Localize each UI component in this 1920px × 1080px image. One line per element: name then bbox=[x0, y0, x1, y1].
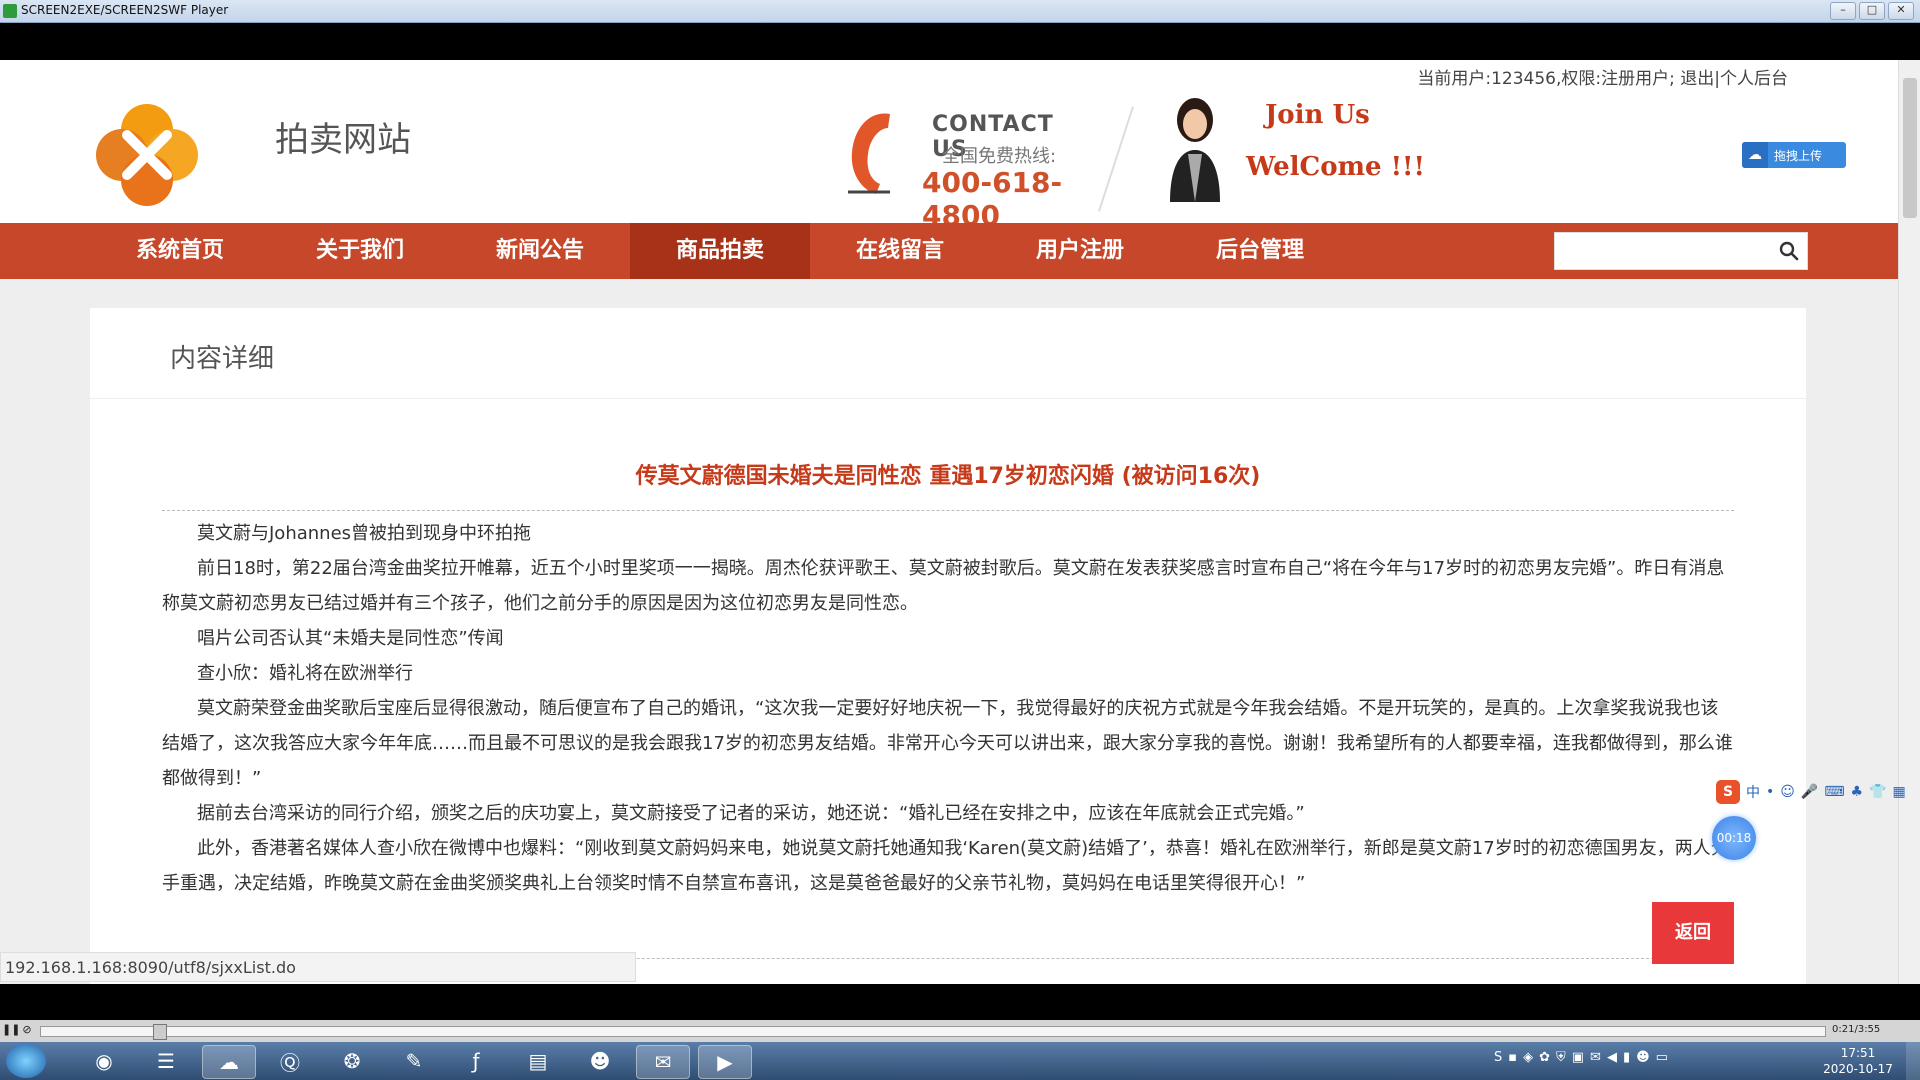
battery-icon[interactable]: ▭ bbox=[1656, 1050, 1668, 1065]
volume-icon[interactable]: ◀ bbox=[1607, 1050, 1617, 1065]
screen2swf-icon[interactable]: ▶ bbox=[698, 1045, 752, 1079]
nav-item-register[interactable]: 用户注册 bbox=[990, 223, 1170, 279]
contact-block: CONTACT US 全国免费热线: 400-618-4800 bbox=[840, 100, 1090, 232]
cloud-icon: ☁ bbox=[1742, 142, 1768, 168]
status-url: 192.168.1.168:8090/utf8/sjxxList.do bbox=[0, 952, 636, 982]
recording-timer[interactable]: 00:18 bbox=[1712, 816, 1756, 860]
tools-icon[interactable]: ♣ bbox=[1851, 784, 1864, 800]
pause-icon[interactable]: ❚❚ bbox=[2, 1023, 20, 1037]
nav-item-admin[interactable]: 后台管理 bbox=[1170, 223, 1350, 279]
taskbar-clock[interactable]: 17:51 2020-10-17 bbox=[1818, 1045, 1898, 1077]
site-logo-icon bbox=[96, 104, 198, 206]
upload-label: 拖拽上传 bbox=[1774, 148, 1823, 163]
tray-icon[interactable]: ▪ bbox=[1508, 1050, 1517, 1065]
window-title: SCREEN2EXE/SCREEN2SWF Player bbox=[21, 3, 229, 17]
nav-item-news[interactable]: 新闻公告 bbox=[450, 223, 630, 279]
menu-grid-icon[interactable]: ▦ bbox=[1893, 784, 1906, 800]
sogou-icon[interactable]: S bbox=[1716, 780, 1740, 804]
taskbar: ◉ ☰ ☁ Ⓠ ❂ ✎ ƒ ▤ ☻ ✉ ▶ S ▪ ◈ ✿ ⛨ ▣ ✉ ◀ ▮ … bbox=[0, 1042, 1920, 1080]
app-icon bbox=[3, 4, 17, 18]
article-paragraph: 唱片公司否认其“未婚夫是同性恋”传闻 bbox=[197, 628, 504, 649]
nav-item-about[interactable]: 关于我们 bbox=[270, 223, 450, 279]
ime-mode[interactable]: 中 bbox=[1746, 782, 1760, 802]
progress-track[interactable] bbox=[40, 1024, 1826, 1040]
qq-browser-icon[interactable]: Ⓠ bbox=[264, 1045, 316, 1077]
contact-subtitle: 全国免费热线: bbox=[942, 146, 1057, 167]
start-button[interactable] bbox=[6, 1044, 46, 1078]
stop-icon[interactable]: ⊘ bbox=[20, 1023, 34, 1037]
nav-item-auction[interactable]: 商品拍卖 bbox=[630, 223, 810, 279]
window-titlebar: SCREEN2EXE/SCREEN2SWF Player – □ ✕ bbox=[0, 0, 1920, 23]
clock-date: 2020-10-17 bbox=[1823, 1062, 1893, 1076]
search-input[interactable] bbox=[1554, 232, 1808, 270]
explorer-icon[interactable]: ▤ bbox=[512, 1045, 564, 1077]
skin-icon[interactable]: 👕 bbox=[1869, 784, 1886, 800]
web-page: 当前用户:123456,权限:注册用户; 退出|个人后台 拍卖网站 CONTAC… bbox=[0, 60, 1920, 984]
sogou-tray-icon[interactable]: S bbox=[1494, 1050, 1502, 1065]
page-scrollbar[interactable] bbox=[1898, 60, 1920, 984]
flash-icon[interactable]: ƒ bbox=[450, 1045, 502, 1077]
chrome-icon[interactable]: ◉ bbox=[78, 1045, 130, 1077]
show-desktop-button[interactable] bbox=[1906, 1042, 1920, 1080]
emoji-icon[interactable]: ☺ bbox=[1780, 784, 1795, 800]
article-paragraph: 此外，香港著名媒体人查小欣在微博中也爆料：“刚收到莫文蔚妈妈来电，她说莫文蔚托她… bbox=[162, 838, 1729, 894]
nav-item-home[interactable]: 系统首页 bbox=[90, 223, 270, 279]
qq-tray-icon[interactable]: ☻ bbox=[1636, 1050, 1650, 1065]
ime-toolbar[interactable]: S 中 • ☺ 🎤 ⌨ ♣ 👕 ▦ bbox=[1716, 778, 1916, 806]
article-paragraph: 前日18时，第22届台湾金曲奖拉开帷幕，近五个小时里奖项一一揭晓。周杰伦获评歌王… bbox=[162, 558, 1725, 614]
shield-icon[interactable]: ⛨ bbox=[1556, 1050, 1566, 1065]
join-us-text: Join Us bbox=[1265, 100, 1370, 130]
tray-icon[interactable]: ◈ bbox=[1523, 1050, 1533, 1065]
nav-item-message[interactable]: 在线留言 bbox=[810, 223, 990, 279]
content-card: 内容详细 传莫文蔚德国未婚夫是同性恋 重遇17岁初恋闪婚 (被访问16次) 莫文… bbox=[90, 308, 1806, 984]
minimize-button[interactable]: – bbox=[1830, 2, 1856, 20]
tray-icon[interactable]: ▣ bbox=[1572, 1050, 1584, 1065]
notepad-plus-icon[interactable]: ✎ bbox=[388, 1045, 440, 1077]
section-title: 内容详细 bbox=[170, 344, 275, 374]
microphone-icon[interactable]: 🎤 bbox=[1801, 784, 1818, 800]
search-icon[interactable] bbox=[1779, 241, 1799, 261]
close-button[interactable]: ✕ bbox=[1888, 2, 1914, 20]
maximize-button[interactable]: □ bbox=[1859, 2, 1885, 20]
playback-time: 0:21/3:55 bbox=[1832, 1024, 1881, 1035]
tray-icon[interactable]: ✿ bbox=[1539, 1050, 1550, 1065]
drag-upload-button[interactable]: ☁ 拖拽上传 bbox=[1742, 142, 1846, 168]
player-controls: ❚❚ ⊘ 0:21/3:55 bbox=[0, 1020, 1920, 1042]
baidu-netdisk-icon[interactable]: ☁ bbox=[202, 1045, 256, 1079]
window-controls: – □ ✕ bbox=[1830, 2, 1914, 20]
user-info[interactable]: 当前用户:123456,权限:注册用户; 退出|个人后台 bbox=[1417, 64, 1788, 89]
qq-icon[interactable]: ☻ bbox=[574, 1045, 626, 1077]
clock-time: 17:51 bbox=[1840, 1046, 1876, 1060]
article-title: 传莫文蔚德国未婚夫是同性恋 重遇17岁初恋闪婚 (被访问16次) bbox=[635, 464, 1261, 489]
article-paragraph: 查小欣：婚礼将在欧洲举行 bbox=[197, 663, 413, 684]
article-paragraph: 莫文蔚与Johannes曾被拍到现身中环拍拖 bbox=[197, 523, 532, 544]
site-name: 拍卖网站 bbox=[275, 120, 411, 160]
article-body: 莫文蔚与Johannes曾被拍到现身中环拍拖 前日18时，第22届台湾金曲奖拉开… bbox=[162, 516, 1734, 901]
progress-knob[interactable] bbox=[153, 1024, 167, 1040]
title-divider bbox=[162, 510, 1734, 511]
card-header: 内容详细 bbox=[90, 308, 1806, 399]
punctuation-icon[interactable]: • bbox=[1766, 784, 1774, 800]
notepad-icon[interactable]: ☰ bbox=[140, 1045, 192, 1077]
360-icon[interactable]: ❂ bbox=[326, 1045, 378, 1077]
system-tray[interactable]: S ▪ ◈ ✿ ⛨ ▣ ✉ ◀ ▮ ☻ ▭ bbox=[1494, 1050, 1668, 1065]
back-button[interactable]: 返回 bbox=[1652, 902, 1734, 964]
person-photo bbox=[1170, 98, 1220, 202]
site-header: 当前用户:123456,权限:注册用户; 退出|个人后台 拍卖网站 CONTAC… bbox=[0, 60, 1898, 232]
phone-icon bbox=[848, 113, 890, 194]
network-icon[interactable]: ▮ bbox=[1623, 1050, 1630, 1065]
welcome-text: WelCome !!! bbox=[1246, 152, 1425, 182]
article-paragraph: 据前去台湾采访的同行介绍，颁奖之后的庆功宴上，莫文蔚接受了记者的采访，她还说：“… bbox=[197, 803, 1305, 824]
wechat-tray-icon[interactable]: ✉ bbox=[1590, 1050, 1601, 1065]
main-nav: 系统首页 关于我们 新闻公告 商品拍卖 在线留言 用户注册 后台管理 bbox=[0, 223, 1898, 279]
keyboard-icon[interactable]: ⌨ bbox=[1824, 784, 1844, 800]
header-divider bbox=[1098, 106, 1134, 212]
scroll-thumb[interactable] bbox=[1903, 78, 1917, 218]
wechat-icon[interactable]: ✉ bbox=[636, 1045, 690, 1079]
article-paragraph: 莫文蔚荣登金曲奖歌后宝座后显得很激动，随后便宣布了自己的婚讯，“这次我一定要好好… bbox=[162, 698, 1733, 789]
